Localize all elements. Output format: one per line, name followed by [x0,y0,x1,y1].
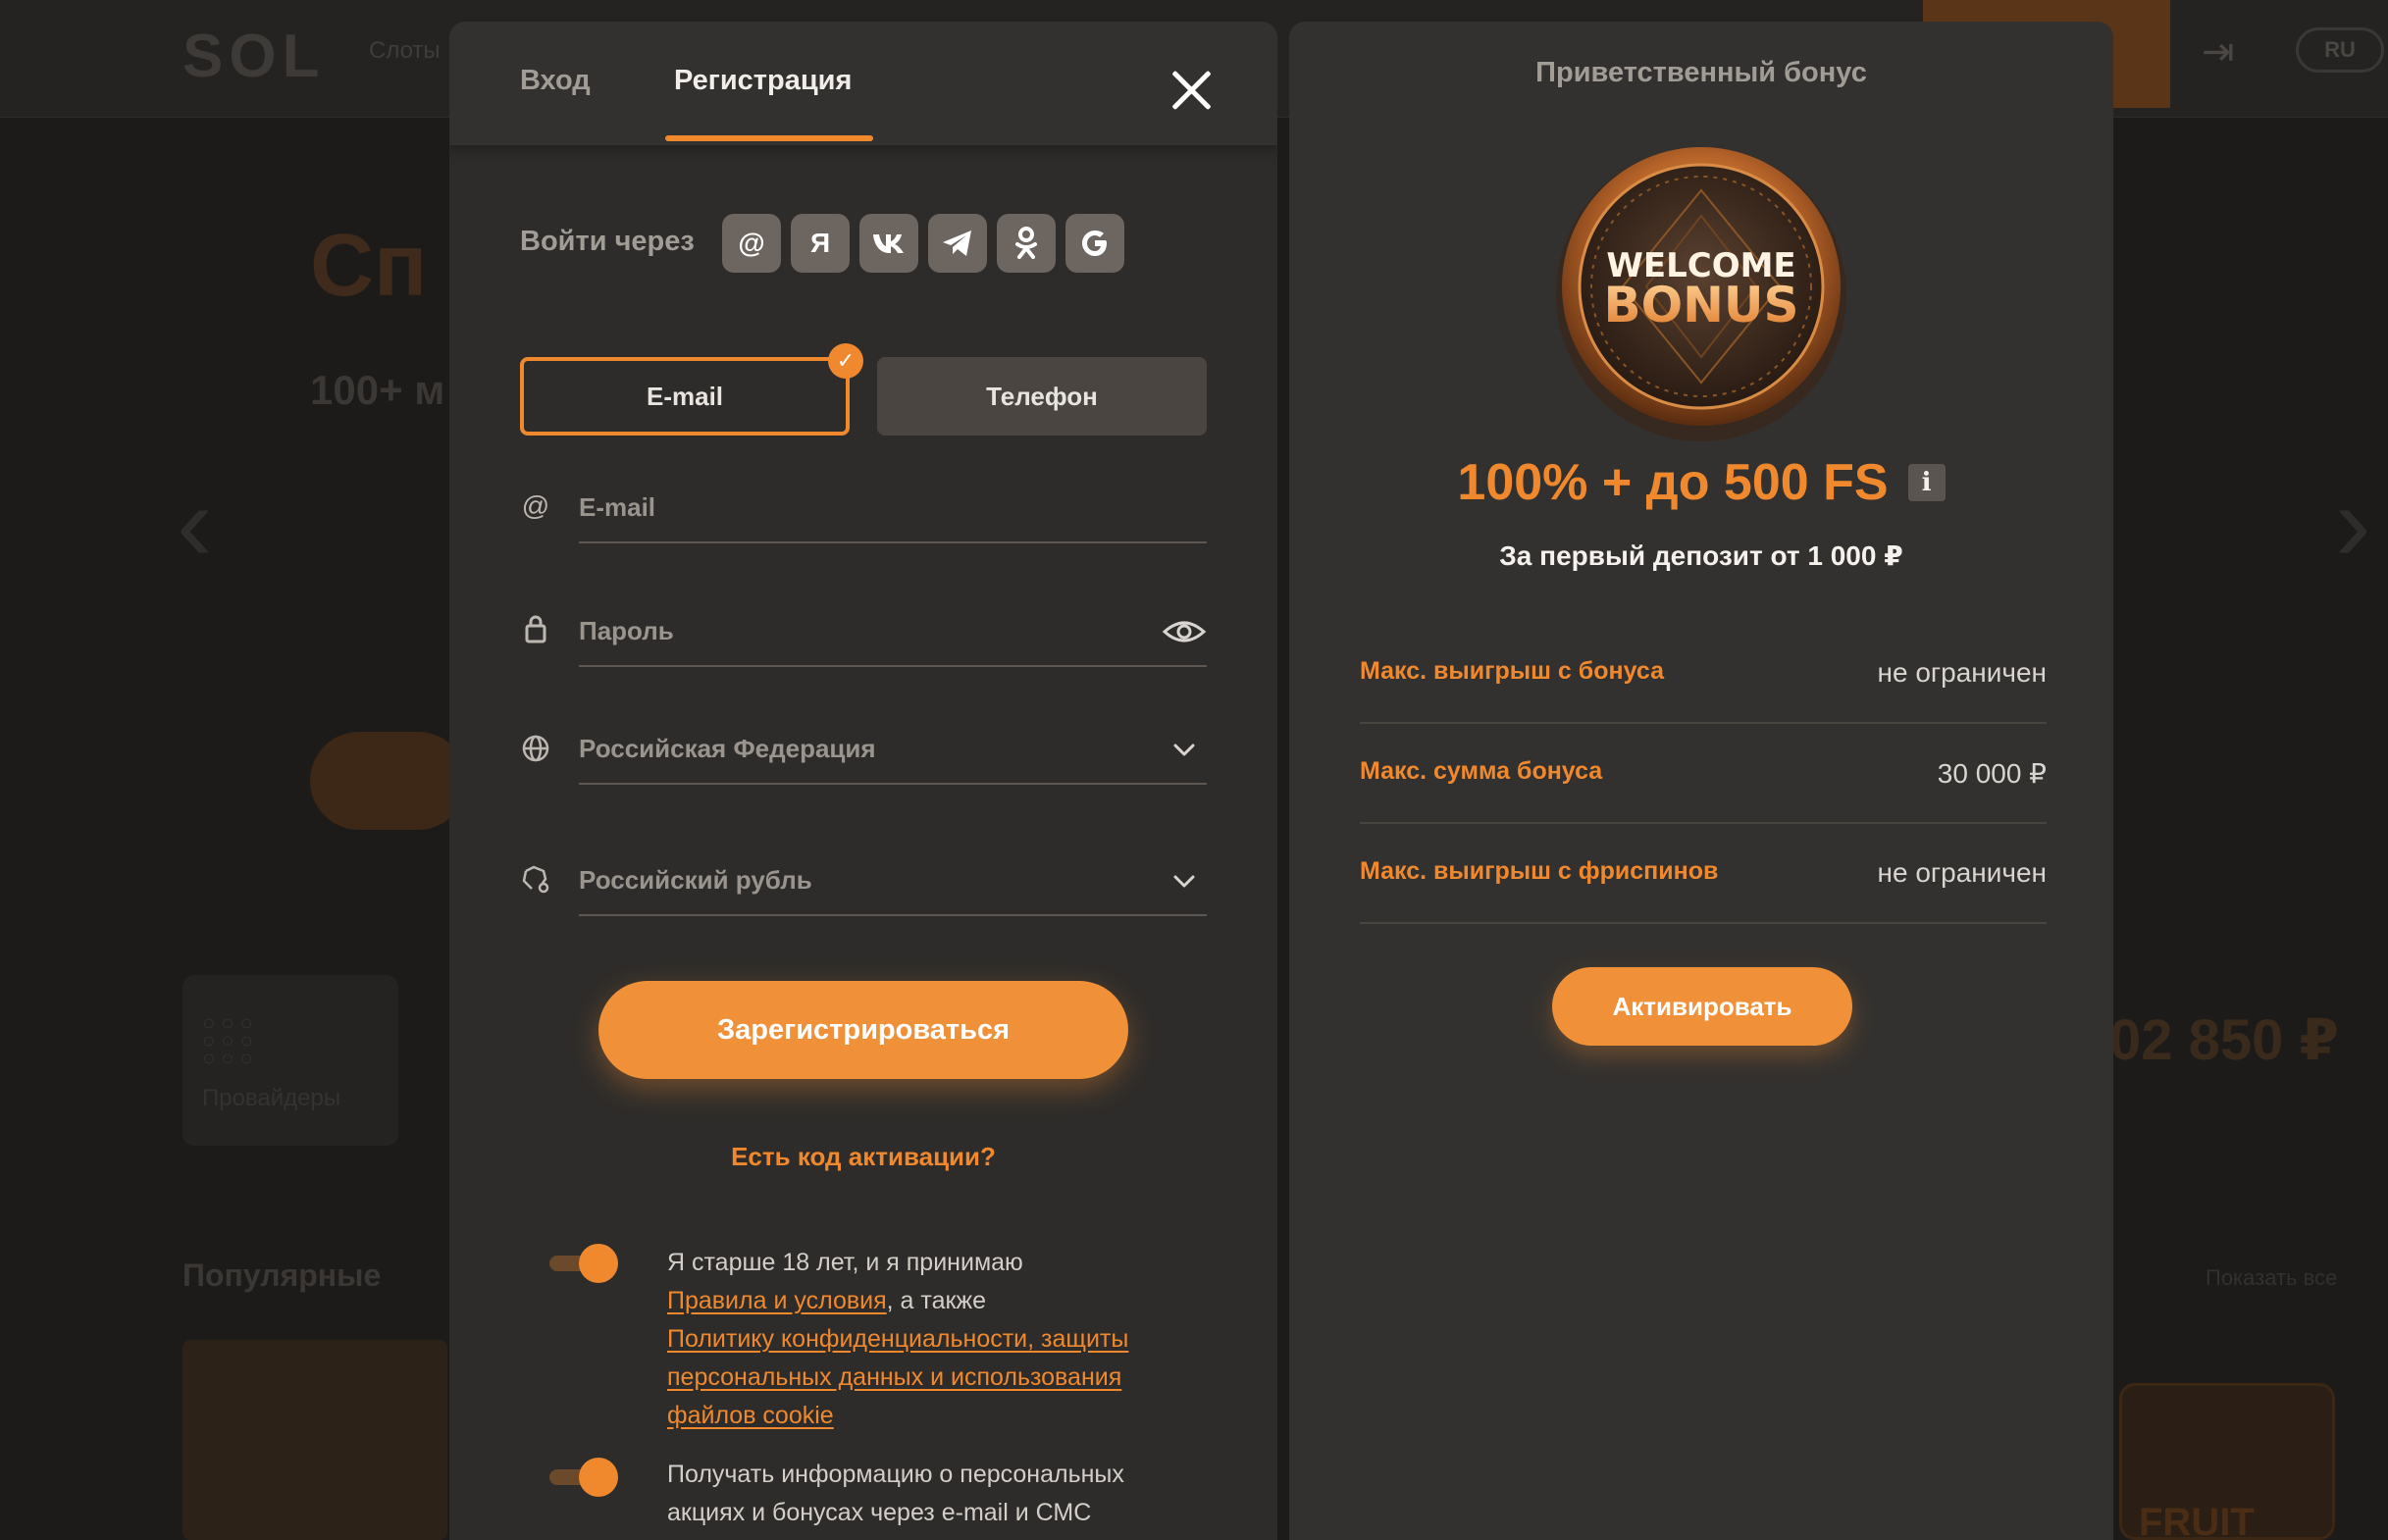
bonus-term-label: Макс. сумма бонуса [1360,757,1603,785]
activate-bonus-button[interactable]: Активировать [1552,967,1852,1046]
active-tab-indicator [665,135,873,141]
country-value: Российская Федерация [579,734,876,763]
welcome-bonus-panel: Приветственный бонус WELCOME BONUS 100% … [1289,22,2113,1540]
bonus-panel-title: Приветственный бонус [1535,57,1867,88]
toggle-knob [579,1244,618,1283]
age-consent-text: Я старше 18 лет, и я принимаю Правила и … [667,1244,1217,1435]
hero-button [310,732,467,830]
jackpot-amount: 02 850 ₽ [2109,1008,2339,1072]
country-select[interactable]: Российская Федерация [579,716,1207,785]
toggle-knob [579,1458,618,1497]
promo-consent-text: Получать информацию о персональных акция… [667,1461,1124,1526]
social-login-buttons: @ Я [722,214,1124,273]
checkmark-icon: ✓ [828,343,863,379]
consent-text: , а также [886,1287,987,1314]
vk-icon[interactable] [859,214,918,273]
hero-subtitle: 100+ м [310,367,445,413]
registration-panel: Вход Регистрация Войти через @ Я E-mail … [449,22,1277,1540]
welcome-bonus-coin-image: WELCOME BONUS [1554,129,1848,443]
odnoklassniki-icon[interactable] [997,214,1056,273]
bonus-terms-table: Макс. выигрыш с бонуса не ограничен Макс… [1360,624,2047,924]
privacy-policy-link[interactable]: Политику конфиденциальности, защиты перс… [667,1325,1128,1429]
mail-ru-icon[interactable]: @ [722,214,781,273]
bonus-headline-row: 100% + до 500 FS i [1289,453,2113,512]
chevron-down-icon[interactable] [1162,861,1207,900]
bonus-headline: 100% + до 500 FS [1457,454,1889,511]
bonus-term-value: 30 000 ₽ [1937,758,2047,789]
activation-code-link[interactable]: Есть код активации? [449,1142,1277,1172]
globe-icon [520,734,551,765]
game-card [182,1340,447,1540]
carousel-next-icon: › [2335,463,2371,584]
currency-select[interactable]: Российский рубль [579,847,1207,916]
providers-tile-label: Провайдеры [202,1085,341,1111]
close-icon[interactable] [1166,65,1219,118]
bonus-term-label: Макс. выигрыш с фриспинов [1360,857,1719,885]
eye-icon[interactable] [1162,612,1207,651]
login-icon: ⇥ [2202,30,2235,74]
email-placeholder: E-mail [579,492,656,522]
chevron-down-icon[interactable] [1162,730,1207,769]
bonus-terms-row: Макс. выигрыш с фриспинов не ограничен [1360,824,2047,924]
bonus-terms-row: Макс. выигрыш с бонуса не ограничен [1360,624,2047,724]
bonus-subtitle: За первый депозит от 1 000 ₽ [1499,540,1903,571]
at-sign-icon: @ [521,490,550,521]
age-consent-toggle[interactable] [549,1244,620,1283]
nav-item-slots: Слоты [369,37,441,64]
show-all-link: Показать все [2206,1265,2338,1290]
method-email-button[interactable]: E-mail [520,357,850,436]
site-logo: SOL [182,23,326,90]
bonus-term-label: Макс. выигрыш с бонуса [1360,657,1664,685]
game-card-label: FRUIT [2139,1501,2255,1540]
language-switch: RU [2296,27,2384,73]
telegram-icon[interactable] [928,214,987,273]
tab-register[interactable]: Регистрация [674,65,852,97]
method-phone-button[interactable]: Телефон [877,357,1207,436]
google-icon[interactable] [1065,214,1124,273]
lock-icon [520,614,551,645]
promo-consent-toggle[interactable] [549,1458,620,1497]
social-login-label: Войти через [520,226,695,257]
password-field[interactable]: Пароль [579,598,1207,667]
auth-tabs: Вход Регистрация [449,22,1277,145]
tab-login[interactable]: Вход [520,65,591,97]
grid-icon: ○○○ ○○○ ○○○ [202,1010,259,1070]
info-icon[interactable]: i [1907,464,1946,501]
email-field[interactable]: E-mail [579,475,1207,543]
currency-value: Российский рубль [579,865,812,895]
carousel-prev-icon: ‹ [177,463,213,584]
bonus-term-value: не ограничен [1877,657,2047,688]
coin-label: BONUS [1603,277,1798,334]
consent-text: Я старше 18 лет, и я принимаю [667,1249,1023,1276]
popular-section-title: Популярные [182,1258,382,1293]
register-button[interactable]: Зарегистрироваться [598,981,1128,1079]
yandex-icon[interactable]: Я [791,214,850,273]
password-placeholder: Пароль [579,616,674,645]
currency-icon [520,863,551,895]
terms-link[interactable]: Правила и условия [667,1287,887,1314]
hero-title: Сп [310,217,428,315]
bonus-term-value: не ограничен [1877,857,2047,888]
bonus-terms-row: Макс. сумма бонуса 30 000 ₽ [1360,724,2047,824]
